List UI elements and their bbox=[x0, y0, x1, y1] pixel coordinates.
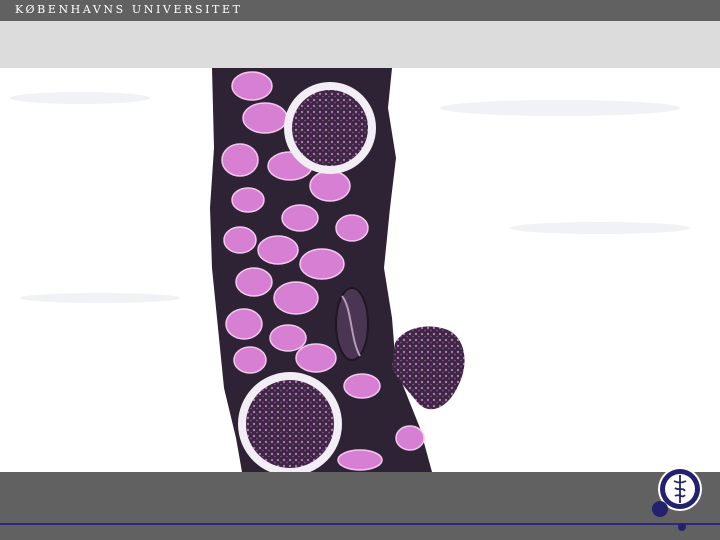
footer-divider bbox=[0, 523, 720, 525]
footer-bar bbox=[0, 472, 720, 540]
slide-title-area bbox=[0, 21, 720, 68]
brand-wordmark: KØBENHAVNS UNIVERSITET bbox=[15, 3, 243, 16]
decorative-dot-small bbox=[678, 523, 686, 531]
glomerulus-top bbox=[292, 90, 368, 166]
header-bar: KØBENHAVNS UNIVERSITET bbox=[0, 0, 720, 21]
glomerulus-bottom bbox=[246, 380, 334, 468]
biopsy-micrograph bbox=[0, 68, 720, 472]
decorative-dot-large bbox=[652, 501, 668, 517]
